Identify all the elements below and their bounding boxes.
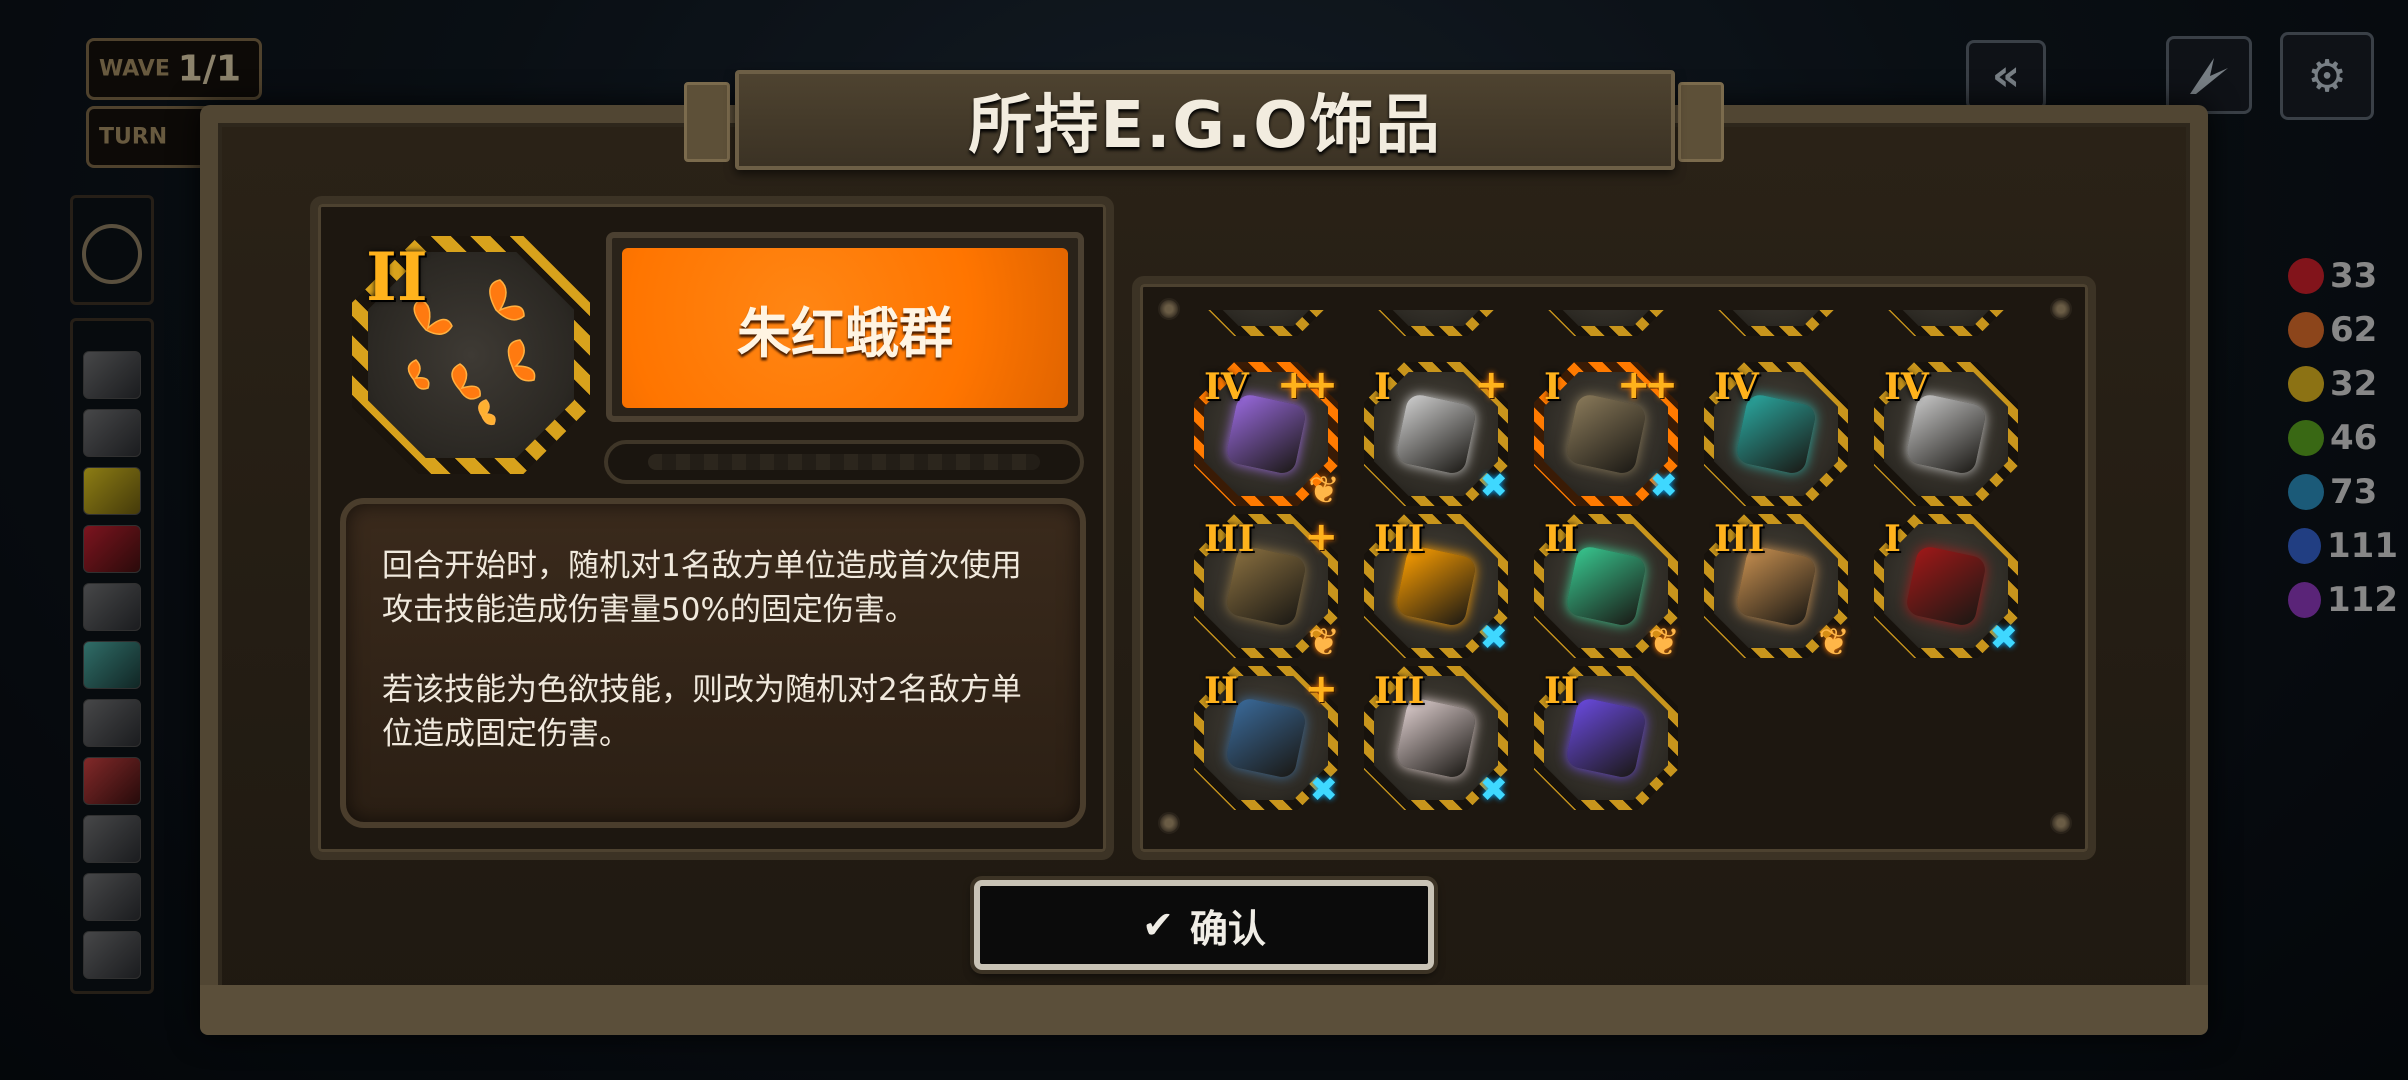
gift-slot[interactable]: II xyxy=(1534,666,1678,810)
modal-title-plate: 所持E.G.O饰品 xyxy=(735,70,1675,170)
gift-tier: I xyxy=(1374,366,1391,408)
upgrade-plus-icon: + xyxy=(1304,514,1337,560)
modal-title: 所持E.G.O饰品 xyxy=(968,89,1442,163)
check-icon: ✔ xyxy=(1142,903,1174,947)
blue-cross-badge-icon: ✖ xyxy=(1479,618,1509,658)
gift-tier: II xyxy=(1544,518,1578,560)
gift-slot-partial[interactable] xyxy=(1364,310,1508,336)
gift-description-box: 回合开始时，随机对1名敌方单位造成首次使用攻击技能造成伤害量50%的固定伤害。 … xyxy=(340,498,1086,828)
panel-base xyxy=(200,985,2208,1035)
wing-badge-icon: ❦ xyxy=(1308,620,1340,664)
gift-slot[interactable]: III + ❦ xyxy=(1194,514,1340,664)
selected-gift-tier: II xyxy=(366,238,428,316)
thorn-box-icon xyxy=(1904,544,1988,628)
upgrade-plus-icon: + xyxy=(1304,666,1337,712)
wing-badge-icon: ❦ xyxy=(1818,620,1850,664)
gift-inventory-grid[interactable]: IV ++ ❦ I + ✖ I ++ ✖ IV IV III + ❦ III ✖ II ❦ III ❦ I ✖ II + ✖ II… xyxy=(1166,310,2044,830)
title-bracket-left xyxy=(684,82,730,162)
title-bracket-right xyxy=(1678,82,1724,162)
blue-cross-badge-icon: ✖ xyxy=(1309,770,1339,810)
gift-slot[interactable]: II ❦ xyxy=(1534,514,1680,664)
gift-slot-partial[interactable] xyxy=(1874,310,2018,336)
upgrade-plus-icon: ++ xyxy=(1276,362,1338,408)
screw xyxy=(2050,812,2072,834)
gift-slot[interactable]: II + ✖ xyxy=(1194,666,1338,810)
upgrade-plus-icon: ++ xyxy=(1616,362,1678,408)
gift-slot[interactable]: III ❦ xyxy=(1704,514,1850,664)
gift-slot[interactable]: IV xyxy=(1704,362,1848,506)
upgrade-plus-icon: + xyxy=(1474,362,1507,408)
gift-tier: IV xyxy=(1884,366,1929,408)
gift-slot[interactable]: I ++ ✖ xyxy=(1534,362,1678,506)
blue-cross-badge-icon: ✖ xyxy=(1649,466,1679,506)
screw xyxy=(2050,298,2072,320)
gift-slot-partial[interactable] xyxy=(1704,310,1848,336)
wing-badge-icon: ❦ xyxy=(1648,620,1680,664)
blue-cross-badge-icon: ✖ xyxy=(1479,466,1509,506)
gift-slot[interactable]: I + ✖ xyxy=(1364,362,1508,506)
confirm-button[interactable]: ✔ 确认 xyxy=(974,880,1434,970)
gift-tier: III xyxy=(1374,670,1425,712)
gift-slot[interactable]: III ✖ xyxy=(1364,666,1508,810)
gift-slot[interactable]: IV ++ ❦ xyxy=(1194,362,1340,512)
gift-slot-partial[interactable] xyxy=(1194,310,1338,336)
gift-tier: I xyxy=(1884,518,1901,560)
gift-slot-bar xyxy=(604,440,1084,484)
blue-cross-badge-icon: ✖ xyxy=(1989,618,2019,658)
gift-description-line: 若该技能为色欲技能，则改为随机对2名敌方单位造成固定伤害。 xyxy=(382,672,1022,752)
selected-gift-name: 朱红蛾群 xyxy=(737,301,953,365)
gift-slot-partial[interactable] xyxy=(1534,310,1678,336)
gift-slot[interactable]: I ✖ xyxy=(1874,514,2018,658)
wing-badge-icon: ❦ xyxy=(1308,468,1340,512)
gift-tier: III xyxy=(1714,518,1765,560)
gift-tier: IV xyxy=(1714,366,1759,408)
newspaper-icon xyxy=(1394,392,1478,476)
gift-tier: II xyxy=(1544,670,1578,712)
selected-gift-name-bg: 朱红蛾群 xyxy=(622,248,1068,408)
gift-tier: III xyxy=(1374,518,1425,560)
gift-slot[interactable]: III ✖ xyxy=(1364,514,1508,658)
gift-slot[interactable]: IV xyxy=(1874,362,2018,506)
gift-tier: II xyxy=(1204,670,1238,712)
confirm-label: 确认 xyxy=(1189,906,1266,951)
gift-tier: IV xyxy=(1204,366,1249,408)
gift-description-line: 回合开始时，随机对1名敌方单位造成首次使用攻击技能造成伤害量50%的固定伤害。 xyxy=(382,548,1022,628)
gift-tier: III xyxy=(1204,518,1255,560)
gift-tier: I xyxy=(1544,366,1561,408)
blue-cross-badge-icon: ✖ xyxy=(1479,770,1509,810)
